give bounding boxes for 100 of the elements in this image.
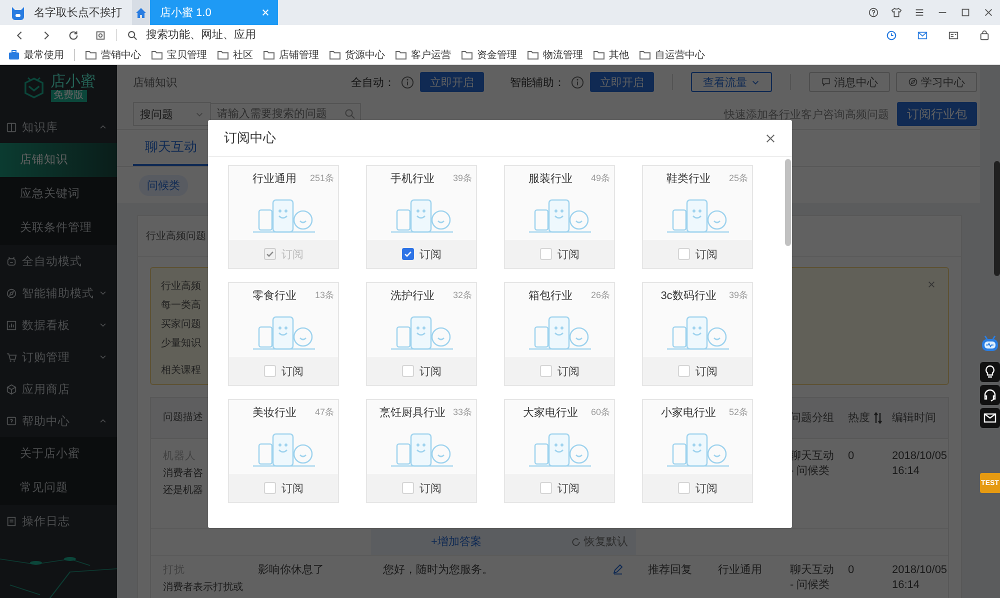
mail-icon[interactable] xyxy=(980,408,1000,428)
submenu-item[interactable]: 应急关键词 xyxy=(0,177,117,211)
bookmark[interactable]: 店铺管理 xyxy=(263,48,319,62)
enable-button[interactable]: 立即开启 xyxy=(420,72,484,92)
bookmark[interactable]: 最常使用 xyxy=(8,48,64,62)
address-field[interactable]: 搜索功能、网址、应用 xyxy=(146,29,876,41)
item-count: 13条 xyxy=(314,288,334,302)
industry-name: 洗护行业 xyxy=(390,288,434,302)
shirt-icon[interactable] xyxy=(891,7,902,18)
cart-icon xyxy=(6,352,17,362)
folder-icon xyxy=(395,48,407,60)
maximize-icon[interactable] xyxy=(960,7,971,18)
cow-logo-icon xyxy=(10,4,26,20)
notice-text: 每一类高 xyxy=(161,299,201,312)
compass-icon xyxy=(6,288,17,298)
card-icon[interactable] xyxy=(948,30,959,40)
subscribe-label: 订阅 xyxy=(696,364,718,378)
chat-icon xyxy=(821,77,831,87)
bookmark[interactable]: 其他 xyxy=(593,48,629,62)
checkmark-icon xyxy=(264,249,274,259)
auto-mode-label: 全自动： xyxy=(351,76,395,90)
table-cell-text: 推荐回复 xyxy=(648,563,693,578)
checkbox[interactable] xyxy=(402,248,414,260)
table-cell-text: 0 xyxy=(848,563,856,578)
table-cell-text: 行业通用 xyxy=(718,563,763,578)
edit-icon[interactable] xyxy=(612,563,624,575)
close-icon[interactable] xyxy=(983,7,994,18)
submenu-item[interactable]: 关联条件管理 xyxy=(0,211,117,245)
category-chip[interactable]: 问候类 xyxy=(139,174,188,196)
industry-name: 3c数码行业 xyxy=(660,288,716,302)
bookmark[interactable]: 宝贝管理 xyxy=(151,48,207,62)
subscribe-button[interactable]: 订阅行业包 xyxy=(897,102,977,126)
scrollbar-thumb[interactable] xyxy=(994,161,1000,276)
bookmark[interactable]: 物流管理 xyxy=(527,48,583,62)
profile-name: 名字取长点不挨打 xyxy=(34,6,122,20)
info-icon[interactable] xyxy=(571,76,584,88)
table-cell-text: 影响你休息了 xyxy=(258,563,325,578)
folder-icon xyxy=(639,48,651,60)
subscribe-label: 订阅 xyxy=(696,482,718,496)
search-icon[interactable] xyxy=(344,108,356,120)
bag-icon[interactable] xyxy=(979,30,990,40)
industry-name: 烹饪厨具行业 xyxy=(380,406,446,420)
table-cell-text: 0 xyxy=(848,449,856,464)
bookmark[interactable]: 资金管理 xyxy=(461,48,517,62)
info-icon[interactable] xyxy=(401,76,414,88)
bookmark[interactable]: 社区 xyxy=(217,48,253,62)
cube-icon xyxy=(6,384,17,394)
submenu-item[interactable]: 店铺知识 xyxy=(0,143,117,177)
clock-icon[interactable] xyxy=(886,30,897,40)
item-count: 25条 xyxy=(728,172,748,184)
column-header: 问题描述 xyxy=(163,411,203,425)
answer-text: 您好，随时为您服务。 xyxy=(383,563,493,578)
folder-icon xyxy=(461,48,473,60)
folder-icon xyxy=(85,48,97,60)
edition-badge: 免费版 xyxy=(50,90,86,102)
traffic-dropdown[interactable]: 查看流量 xyxy=(691,72,772,92)
folder-icon xyxy=(151,48,163,60)
column-header: 编辑时间 xyxy=(892,411,936,425)
submenu-item[interactable]: 关于店小蜜 xyxy=(0,437,117,471)
bookmark[interactable]: 自运营中心 xyxy=(639,48,705,62)
log-icon xyxy=(6,516,17,526)
subscribe-label: 订阅 xyxy=(558,364,580,378)
subscribe-label: 订阅 xyxy=(558,248,580,262)
bookmark[interactable]: 货源中心 xyxy=(329,48,385,62)
page-icon[interactable] xyxy=(95,30,106,40)
checkmark-icon xyxy=(402,249,412,259)
item-count: 251条 xyxy=(310,172,334,184)
scrollbar-thumb[interactable] xyxy=(785,159,791,246)
table-cell: 2018/10/05 16:14 xyxy=(892,563,948,593)
enable-button[interactable]: 立即开启 xyxy=(590,72,654,92)
home-tab[interactable] xyxy=(132,0,150,25)
submenu-item[interactable]: 常见问题 xyxy=(0,471,117,505)
item-count: 52条 xyxy=(728,406,748,418)
subscribe-label: 订阅 xyxy=(282,482,304,496)
industry-name: 美妆行业 xyxy=(252,406,296,420)
sort-icon[interactable] xyxy=(874,412,882,424)
menu-icon[interactable] xyxy=(914,7,925,18)
compass-icon xyxy=(908,77,918,87)
course-link-label[interactable]: 相关课程 xyxy=(161,364,201,377)
question-description: 消费者咨 xyxy=(163,466,204,481)
lightbulb-icon[interactable] xyxy=(980,362,1000,382)
close-icon[interactable] xyxy=(765,132,776,144)
bookmark[interactable]: 营销中心 xyxy=(85,48,141,62)
item-count: 49条 xyxy=(590,172,610,184)
reload-icon[interactable] xyxy=(68,30,79,40)
subscribe-label: 订阅 xyxy=(420,248,442,262)
item-count: 39条 xyxy=(452,172,472,184)
learning-center-button[interactable]: 学习中心 xyxy=(896,72,977,92)
browser-tab[interactable]: 店小蜜 1.0 xyxy=(150,0,278,25)
section-title: 行业高频问题 xyxy=(146,230,206,243)
industry-name: 零食行业 xyxy=(252,288,296,302)
headset-icon[interactable] xyxy=(980,385,1000,405)
search-scope-select[interactable]: 搜问题 xyxy=(133,102,211,126)
add-answer-link[interactable]: +增加答案 xyxy=(431,535,482,549)
subscribe-label: 订阅 xyxy=(420,364,442,378)
refresh-icon xyxy=(571,537,581,547)
subscribe-label: 订阅 xyxy=(558,482,580,496)
help-icon[interactable] xyxy=(868,7,879,18)
bookmark[interactable]: 客户运营 xyxy=(395,48,451,62)
message-center-button[interactable]: 消息中心 xyxy=(809,72,890,92)
